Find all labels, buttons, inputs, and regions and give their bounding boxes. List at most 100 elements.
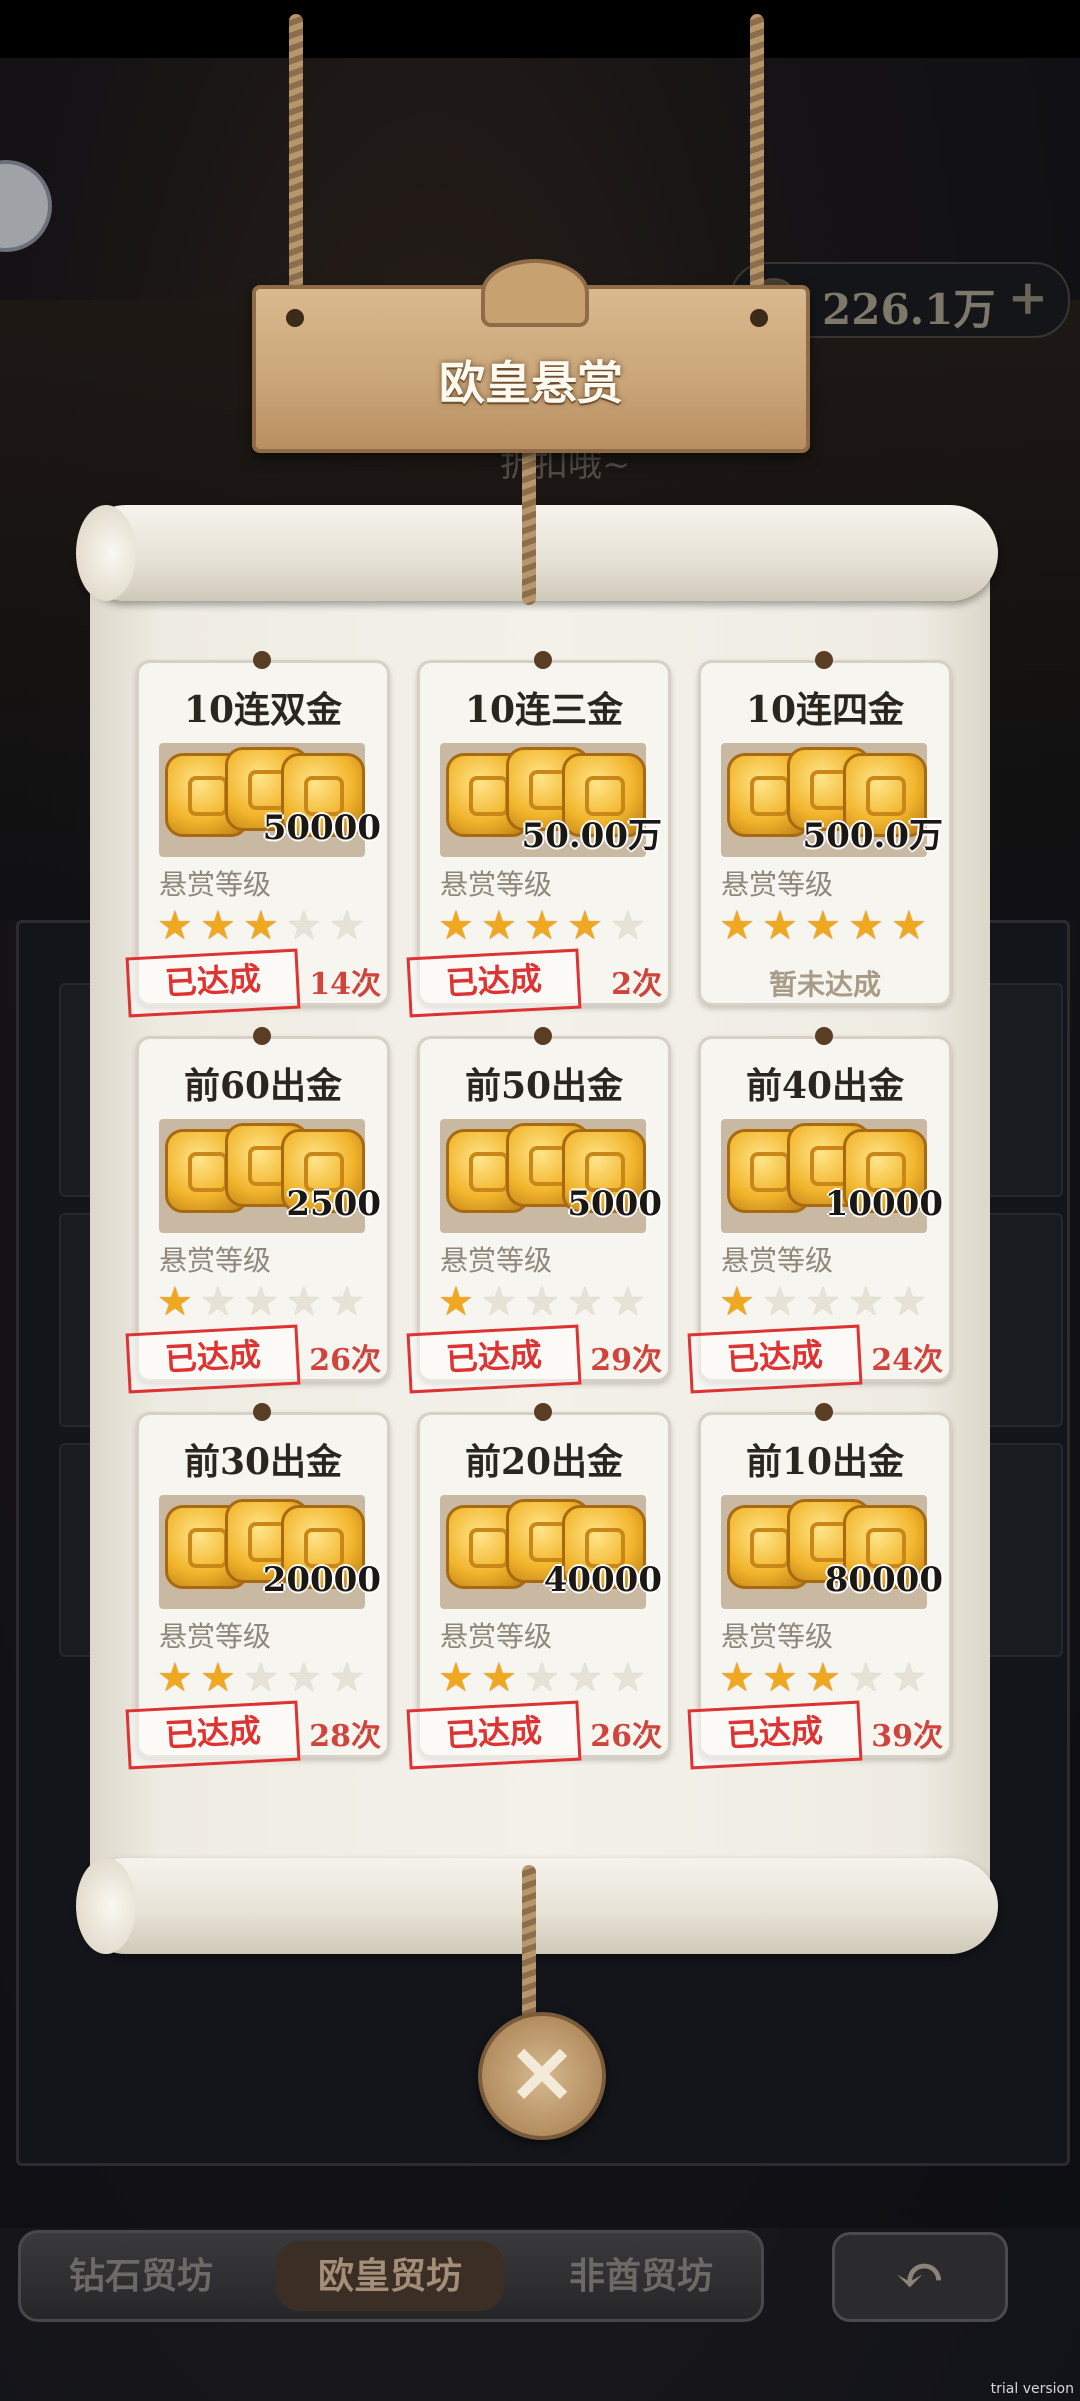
bounty-title: 前20出金 (464, 1441, 624, 1483)
reward-amount: 500.0万 (802, 816, 943, 856)
bounty-card[interactable]: 前50出金 5000 悬赏等级 ★ ★ ★ ★ ★ 已达成 29次 (406, 1027, 671, 1394)
completed-stamp: 已达成 (125, 948, 301, 1018)
nail (750, 309, 768, 327)
status-bar (0, 0, 1080, 58)
star-filled-icon: ★ (200, 903, 236, 949)
completed-stamp: 已达成 (687, 1700, 863, 1770)
scroll-bottom-end (76, 1858, 136, 1954)
star-empty-icon: ★ (243, 1279, 279, 1325)
rope (522, 1865, 536, 2020)
star-empty-icon: ★ (243, 1655, 279, 1701)
star-empty-icon: ★ (805, 1279, 841, 1325)
bounty-level-label: 悬赏等级 (721, 1244, 834, 1277)
reward-amount: 80000 (824, 1560, 943, 1600)
completed-stamp: 已达成 (406, 1324, 582, 1394)
bounty-card[interactable]: 10连双金 50000 悬赏等级 ★ ★ ★ ★ ★ 已达成 14次 (125, 651, 390, 1018)
pin (815, 651, 833, 669)
completion-count: 26次 (309, 1343, 381, 1378)
rope (750, 14, 764, 314)
pin (253, 651, 271, 669)
reward-amount: 5000 (567, 1184, 662, 1224)
pin (815, 1027, 833, 1045)
completion-count: 29次 (590, 1343, 662, 1378)
star-empty-icon: ★ (848, 1279, 884, 1325)
reward-amount: 20000 (262, 1560, 381, 1600)
reward-amount: 40000 (543, 1560, 662, 1600)
star-empty-icon: ★ (200, 1279, 236, 1325)
star-empty-icon: ★ (286, 1655, 322, 1701)
bounty-card[interactable]: 前40出金 10000 悬赏等级 ★ ★ ★ ★ ★ 已达成 24次 (687, 1027, 952, 1394)
completed-stamp: 已达成 (125, 1700, 301, 1770)
bounty-card[interactable]: 前60出金 2500 悬赏等级 ★ ★ ★ ★ ★ 已达成 26次 (125, 1027, 390, 1394)
star-empty-icon: ★ (567, 1655, 603, 1701)
star-rating: ★ ★ ★ ★ ★ (157, 906, 372, 948)
bounty-card[interactable]: 前30出金 20000 悬赏等级 ★ ★ ★ ★ ★ 已达成 28次 (125, 1403, 390, 1770)
completion-count: 2次 (611, 967, 662, 1002)
star-empty-icon: ★ (286, 1279, 322, 1325)
reward-amount: 2500 (286, 1184, 381, 1224)
star-empty-icon: ★ (329, 1655, 365, 1701)
completion-count: 26次 (590, 1719, 662, 1754)
pin (534, 1027, 552, 1045)
tab-lucky-shop[interactable]: 欧皇贸坊 (276, 2241, 504, 2311)
star-empty-icon: ★ (762, 1279, 798, 1325)
pin (253, 1403, 271, 1421)
bounty-title: 前40出金 (745, 1065, 905, 1107)
rope (289, 14, 303, 314)
star-empty-icon: ★ (481, 1279, 517, 1325)
bounty-card[interactable]: 10连三金 50.00万 悬赏等级 ★ ★ ★ ★ ★ 已达成 2次 (406, 651, 671, 1018)
reward-amount: 10000 (824, 1184, 943, 1224)
bounty-level-label: 悬赏等级 (159, 1620, 272, 1653)
sign-ornament (481, 259, 589, 327)
star-empty-icon: ★ (891, 1279, 927, 1325)
star-empty-icon: ★ (610, 1279, 646, 1325)
star-filled-icon: ★ (481, 1655, 517, 1701)
pin (253, 1027, 271, 1045)
star-rating: ★ ★ ★ ★ ★ (719, 1282, 934, 1324)
star-empty-icon: ★ (524, 1279, 560, 1325)
star-filled-icon: ★ (805, 903, 841, 949)
star-filled-icon: ★ (481, 903, 517, 949)
star-rating: ★ ★ ★ ★ ★ (157, 1282, 372, 1324)
bounty-title: 10连四金 (745, 689, 905, 731)
star-empty-icon: ★ (329, 1279, 365, 1325)
star-filled-icon: ★ (891, 903, 927, 949)
star-filled-icon: ★ (762, 903, 798, 949)
star-filled-icon: ★ (719, 1655, 755, 1701)
scroll-top-roll (78, 505, 998, 601)
back-button[interactable]: ↶ (832, 2232, 1008, 2322)
bounty-level-label: 悬赏等级 (159, 868, 272, 901)
completion-count: 24次 (871, 1343, 943, 1378)
scroll-bottom-roll (78, 1858, 998, 1954)
star-empty-icon: ★ (891, 1655, 927, 1701)
star-empty-icon: ★ (286, 903, 322, 949)
tab-diamond-shop[interactable]: 钻石贸坊 (21, 2233, 261, 2319)
star-rating: ★ ★ ★ ★ ★ (719, 906, 934, 948)
star-filled-icon: ★ (762, 1655, 798, 1701)
close-button[interactable]: ✕ (478, 2012, 606, 2140)
close-icon: ✕ (508, 2028, 576, 2122)
star-empty-icon: ★ (524, 1655, 560, 1701)
bounty-card[interactable]: 10连四金 500.0万 悬赏等级 ★ ★ ★ ★ ★ 暂未达成 (698, 651, 952, 1006)
shop-tab-bar: 钻石贸坊 欧皇贸坊 非酋贸坊 (18, 2230, 764, 2322)
bounty-level-label: 悬赏等级 (721, 868, 834, 901)
bounty-card[interactable]: 前10出金 80000 悬赏等级 ★ ★ ★ ★ ★ 已达成 39次 (687, 1403, 952, 1770)
completion-count: 39次 (871, 1719, 943, 1754)
star-filled-icon: ★ (848, 903, 884, 949)
completion-count: 14次 (309, 967, 381, 1002)
pin (815, 1403, 833, 1421)
star-filled-icon: ★ (805, 1655, 841, 1701)
bounty-title: 10连三金 (464, 689, 624, 731)
bounty-level-label: 悬赏等级 (440, 1620, 553, 1653)
star-filled-icon: ★ (438, 1655, 474, 1701)
bounty-level-label: 悬赏等级 (159, 1244, 272, 1277)
star-rating: ★ ★ ★ ★ ★ (438, 1282, 653, 1324)
tab-unlucky-shop[interactable]: 非酋贸坊 (521, 2233, 761, 2319)
bounty-level-label: 悬赏等级 (440, 868, 553, 901)
completed-stamp: 已达成 (687, 1324, 863, 1394)
star-empty-icon: ★ (567, 1279, 603, 1325)
star-filled-icon: ★ (719, 1279, 755, 1325)
pin (534, 651, 552, 669)
dialog-title-sign: 欧皇悬赏 (252, 259, 810, 453)
bounty-card[interactable]: 前20出金 40000 悬赏等级 ★ ★ ★ ★ ★ 已达成 26次 (406, 1403, 671, 1770)
